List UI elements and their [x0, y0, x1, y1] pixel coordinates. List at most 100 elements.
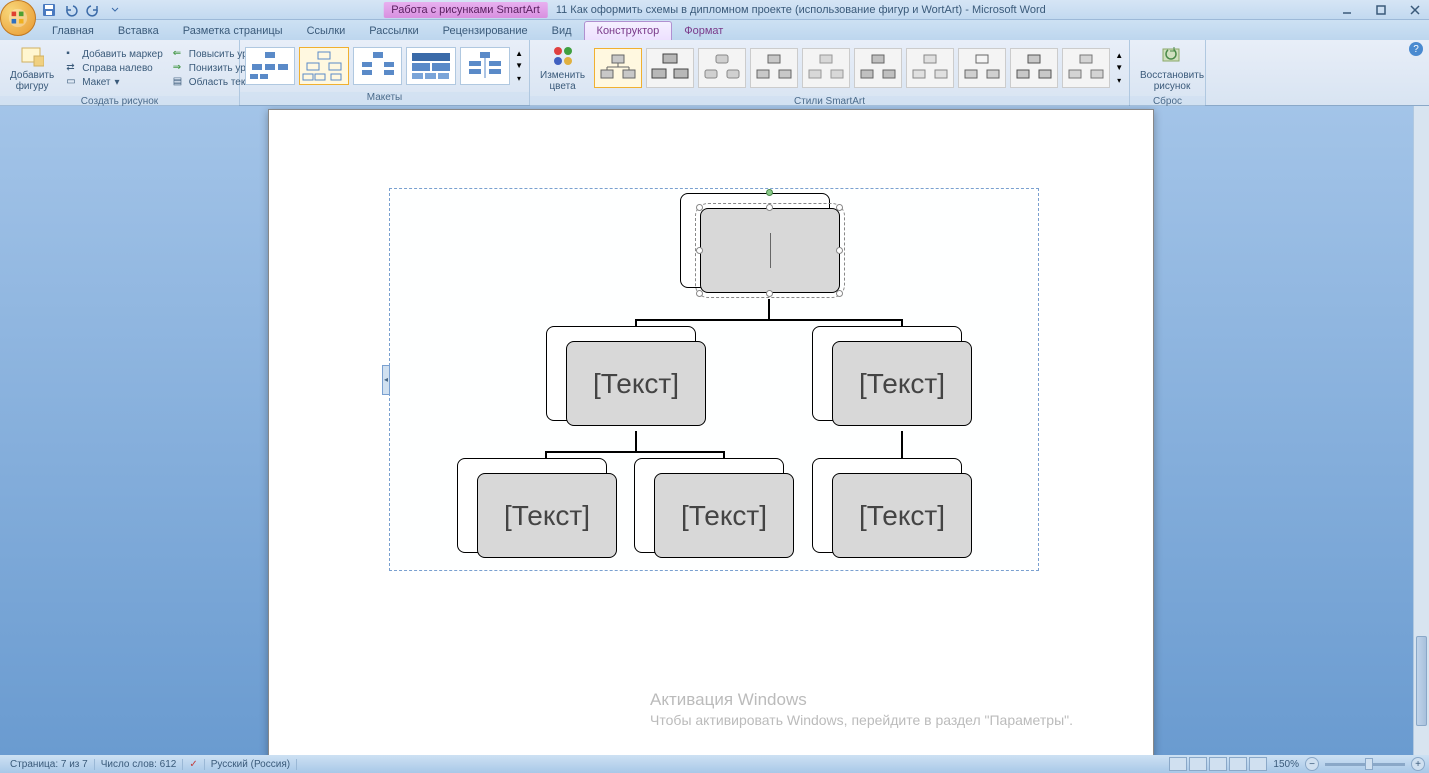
status-proofing[interactable]: ✓	[183, 759, 204, 770]
style-thumb-6[interactable]	[854, 48, 902, 88]
connector	[635, 431, 637, 451]
text-cursor-icon	[770, 233, 771, 268]
smartart-frame[interactable]: ◂	[389, 188, 1039, 571]
rtl-icon: ⇄	[66, 62, 78, 74]
view-draft[interactable]	[1249, 757, 1267, 771]
layouts-more[interactable]: ▾	[513, 74, 525, 83]
style-thumb-4[interactable]	[750, 48, 798, 88]
ribbon-tabs: Главная Вставка Разметка страницы Ссылки…	[0, 20, 1429, 40]
status-language[interactable]: Русский (Россия)	[205, 759, 297, 770]
add-shape-icon	[20, 44, 44, 68]
zoom-in-button[interactable]: +	[1411, 757, 1425, 771]
connector	[768, 299, 770, 319]
tab-view[interactable]: Вид	[540, 22, 584, 40]
tab-references[interactable]: Ссылки	[295, 22, 358, 40]
style-thumb-10[interactable]	[1062, 48, 1110, 88]
window-title: Работа с рисунками SmartArt 11 Как оформ…	[383, 2, 1045, 18]
text-pane-icon: ▤	[173, 76, 185, 88]
group-create-graphic: Добавить фигуру ▪Добавить маркер ⇄Справа…	[0, 40, 240, 105]
status-page[interactable]: Страница: 7 из 7	[4, 759, 95, 770]
qat-customize[interactable]	[106, 2, 124, 18]
style-thumb-8[interactable]	[958, 48, 1006, 88]
style-thumb-1[interactable]	[594, 48, 642, 88]
style-thumb-9[interactable]	[1010, 48, 1058, 88]
tab-review[interactable]: Рецензирование	[431, 22, 540, 40]
group-label-layouts: Макеты	[240, 92, 529, 105]
maximize-button[interactable]	[1371, 2, 1391, 18]
demote-icon: ⇒	[173, 62, 185, 74]
scrollbar-thumb[interactable]	[1416, 636, 1427, 726]
add-shape-button[interactable]: Добавить фигуру	[4, 42, 60, 94]
node-a1-text: [Текст]	[504, 500, 590, 532]
undo-button[interactable]	[62, 2, 80, 18]
office-button[interactable]	[0, 0, 36, 36]
reset-icon	[1160, 44, 1184, 68]
reset-graphic-button[interactable]: Восстановить рисунок	[1134, 42, 1210, 94]
node-a2-text: [Текст]	[681, 500, 767, 532]
layout-icon: ▭	[66, 76, 78, 88]
activation-watermark: Активация Windows Чтобы активировать Win…	[650, 690, 1073, 728]
styles-more[interactable]: ▾	[1113, 76, 1125, 85]
palette-icon	[551, 44, 575, 68]
style-thumb-2[interactable]	[646, 48, 694, 88]
styles-scroll-down[interactable]: ▼	[1113, 63, 1125, 72]
connector	[635, 319, 903, 321]
zoom-slider-thumb[interactable]	[1365, 758, 1373, 770]
change-colors-button[interactable]: Изменить цвета	[534, 42, 591, 94]
document-area: ◂	[0, 106, 1429, 755]
tab-format[interactable]: Формат	[672, 22, 735, 40]
styles-scroll-up[interactable]: ▲	[1113, 51, 1125, 60]
title-bar: Работа с рисунками SmartArt 11 Как оформ…	[0, 0, 1429, 20]
status-words[interactable]: Число слов: 612	[95, 759, 184, 770]
add-bullet-button[interactable]: ▪Добавить маркер	[62, 47, 167, 61]
style-thumb-5[interactable]	[802, 48, 850, 88]
save-button[interactable]	[40, 2, 58, 18]
tab-pagelayout[interactable]: Разметка страницы	[171, 22, 295, 40]
node-a-text: [Текст]	[593, 368, 679, 400]
vertical-scrollbar[interactable]	[1413, 106, 1429, 755]
status-bar: Страница: 7 из 7 Число слов: 612 ✓ Русск…	[0, 755, 1429, 773]
zoom-slider[interactable]	[1325, 763, 1405, 766]
layout-thumb-3[interactable]	[353, 47, 403, 85]
tab-insert[interactable]: Вставка	[106, 22, 171, 40]
help-button[interactable]: ?	[1409, 42, 1423, 56]
rotate-handle-icon[interactable]	[766, 189, 773, 196]
promote-icon: ⇐	[173, 48, 185, 60]
zoom-level[interactable]: 150%	[1273, 759, 1299, 770]
group-layouts: ▲ ▼ ▾ Макеты	[240, 40, 530, 105]
tab-home[interactable]: Главная	[40, 22, 106, 40]
minimize-button[interactable]	[1337, 2, 1357, 18]
group-reset: Восстановить рисунок Сброс	[1130, 40, 1206, 105]
tab-design[interactable]: Конструктор	[584, 21, 673, 40]
layouts-scroll-down[interactable]: ▼	[513, 61, 525, 70]
view-full-screen[interactable]	[1189, 757, 1207, 771]
layout-thumb-2[interactable]	[299, 47, 349, 85]
style-thumb-7[interactable]	[906, 48, 954, 88]
layout-thumb-5[interactable]	[460, 47, 510, 85]
layout-thumb-4[interactable]	[406, 47, 456, 85]
proofing-icon: ✓	[189, 759, 197, 770]
view-print-layout[interactable]	[1169, 757, 1187, 771]
node-b1-text: [Текст]	[859, 500, 945, 532]
page[interactable]: ◂	[268, 109, 1154, 755]
connector	[545, 451, 725, 453]
quick-access-toolbar	[40, 2, 124, 18]
layout-thumb-1[interactable]	[245, 47, 295, 85]
tab-mailings[interactable]: Рассылки	[357, 22, 430, 40]
bullet-icon: ▪	[66, 48, 78, 60]
ribbon: ? Добавить фигуру ▪Добавить маркер ⇄Спра…	[0, 40, 1429, 106]
document-title: 11 Как оформить схемы в дипломном проект…	[556, 4, 1046, 16]
style-thumb-3[interactable]	[698, 48, 746, 88]
view-web-layout[interactable]	[1209, 757, 1227, 771]
text-pane-toggle[interactable]: ◂	[382, 365, 390, 395]
zoom-out-button[interactable]: −	[1305, 757, 1319, 771]
window-controls	[1337, 2, 1425, 18]
layout-menu-button[interactable]: ▭Макет ▾	[62, 75, 167, 89]
rtl-button[interactable]: ⇄Справа налево	[62, 61, 167, 75]
node-b-text: [Текст]	[859, 368, 945, 400]
group-styles: Изменить цвета ▲ ▼ ▾ Стили SmartArt	[530, 40, 1130, 105]
redo-button[interactable]	[84, 2, 102, 18]
view-outline[interactable]	[1229, 757, 1247, 771]
layouts-scroll-up[interactable]: ▲	[513, 49, 525, 58]
close-button[interactable]	[1405, 2, 1425, 18]
